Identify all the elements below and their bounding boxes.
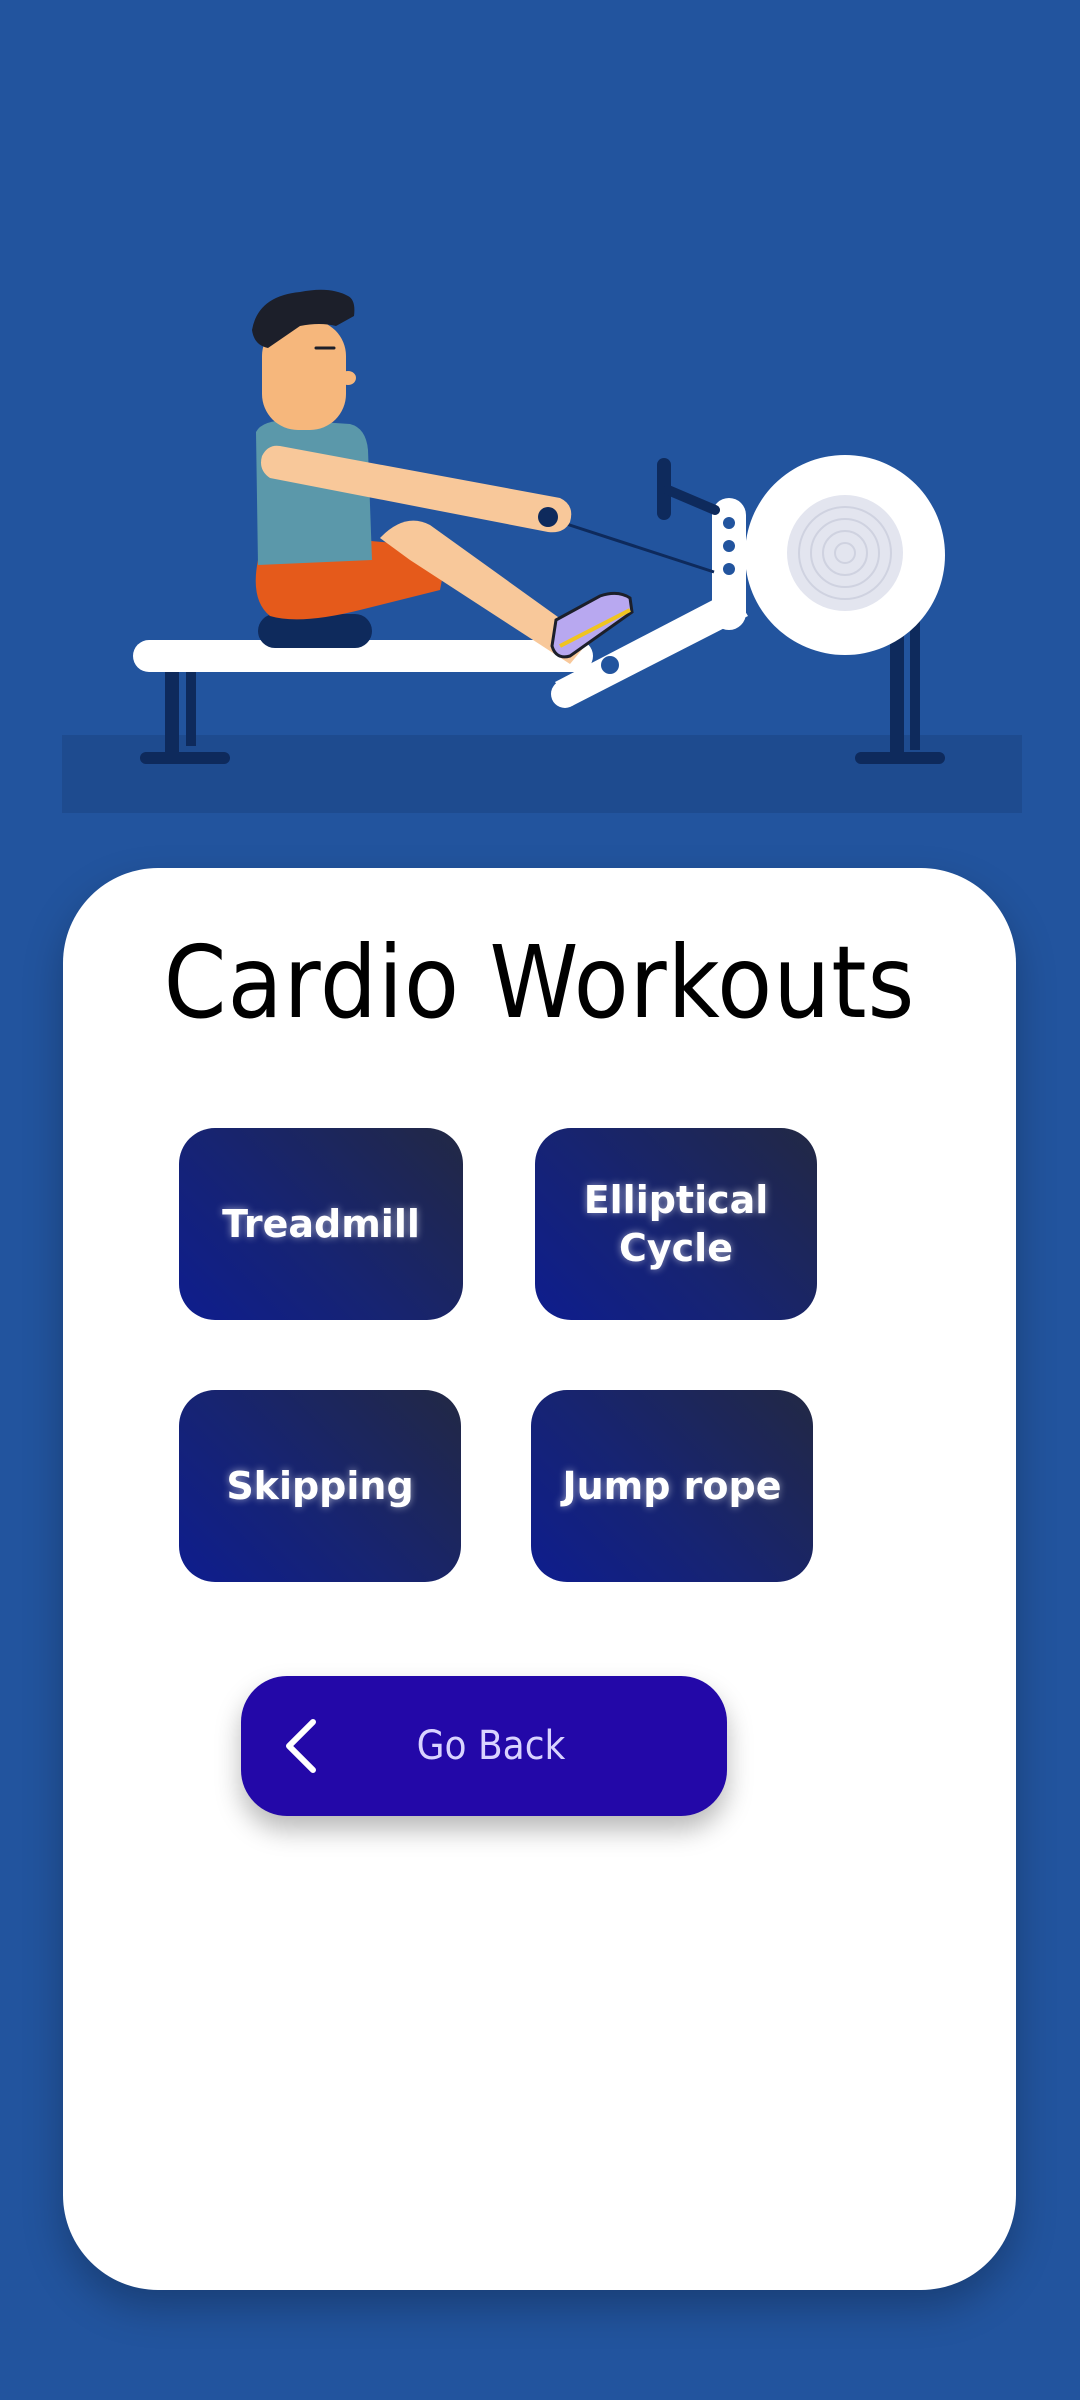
screen: { "page": { "title": "Cardio Workouts" }… <box>0 0 1080 2400</box>
workout-card: Cardio Workouts Treadmill Elliptical Cyc… <box>63 868 1016 2290</box>
treadmill-button[interactable]: Treadmill <box>179 1128 463 1320</box>
treadmill-label: Treadmill <box>222 1202 420 1246</box>
chevron-left-icon <box>286 1719 316 1773</box>
hero-illustration <box>0 0 1080 830</box>
elliptical-cycle-label: Elliptical Cycle <box>583 1178 769 1270</box>
go-back-button[interactable]: Go Back <box>241 1676 727 1816</box>
floor-band <box>62 735 1022 813</box>
jump-rope-button[interactable]: Jump rope <box>531 1390 813 1582</box>
skipping-button[interactable]: Skipping <box>179 1390 461 1582</box>
elliptical-cycle-button[interactable]: Elliptical Cycle <box>535 1128 817 1320</box>
jump-rope-label: Jump rope <box>562 1464 782 1508</box>
go-back-label: Go Back <box>416 1723 566 1769</box>
skipping-label: Skipping <box>226 1464 414 1508</box>
page-title: Cardio Workouts <box>163 924 916 1041</box>
rowing-machine-illustration <box>62 289 1022 813</box>
